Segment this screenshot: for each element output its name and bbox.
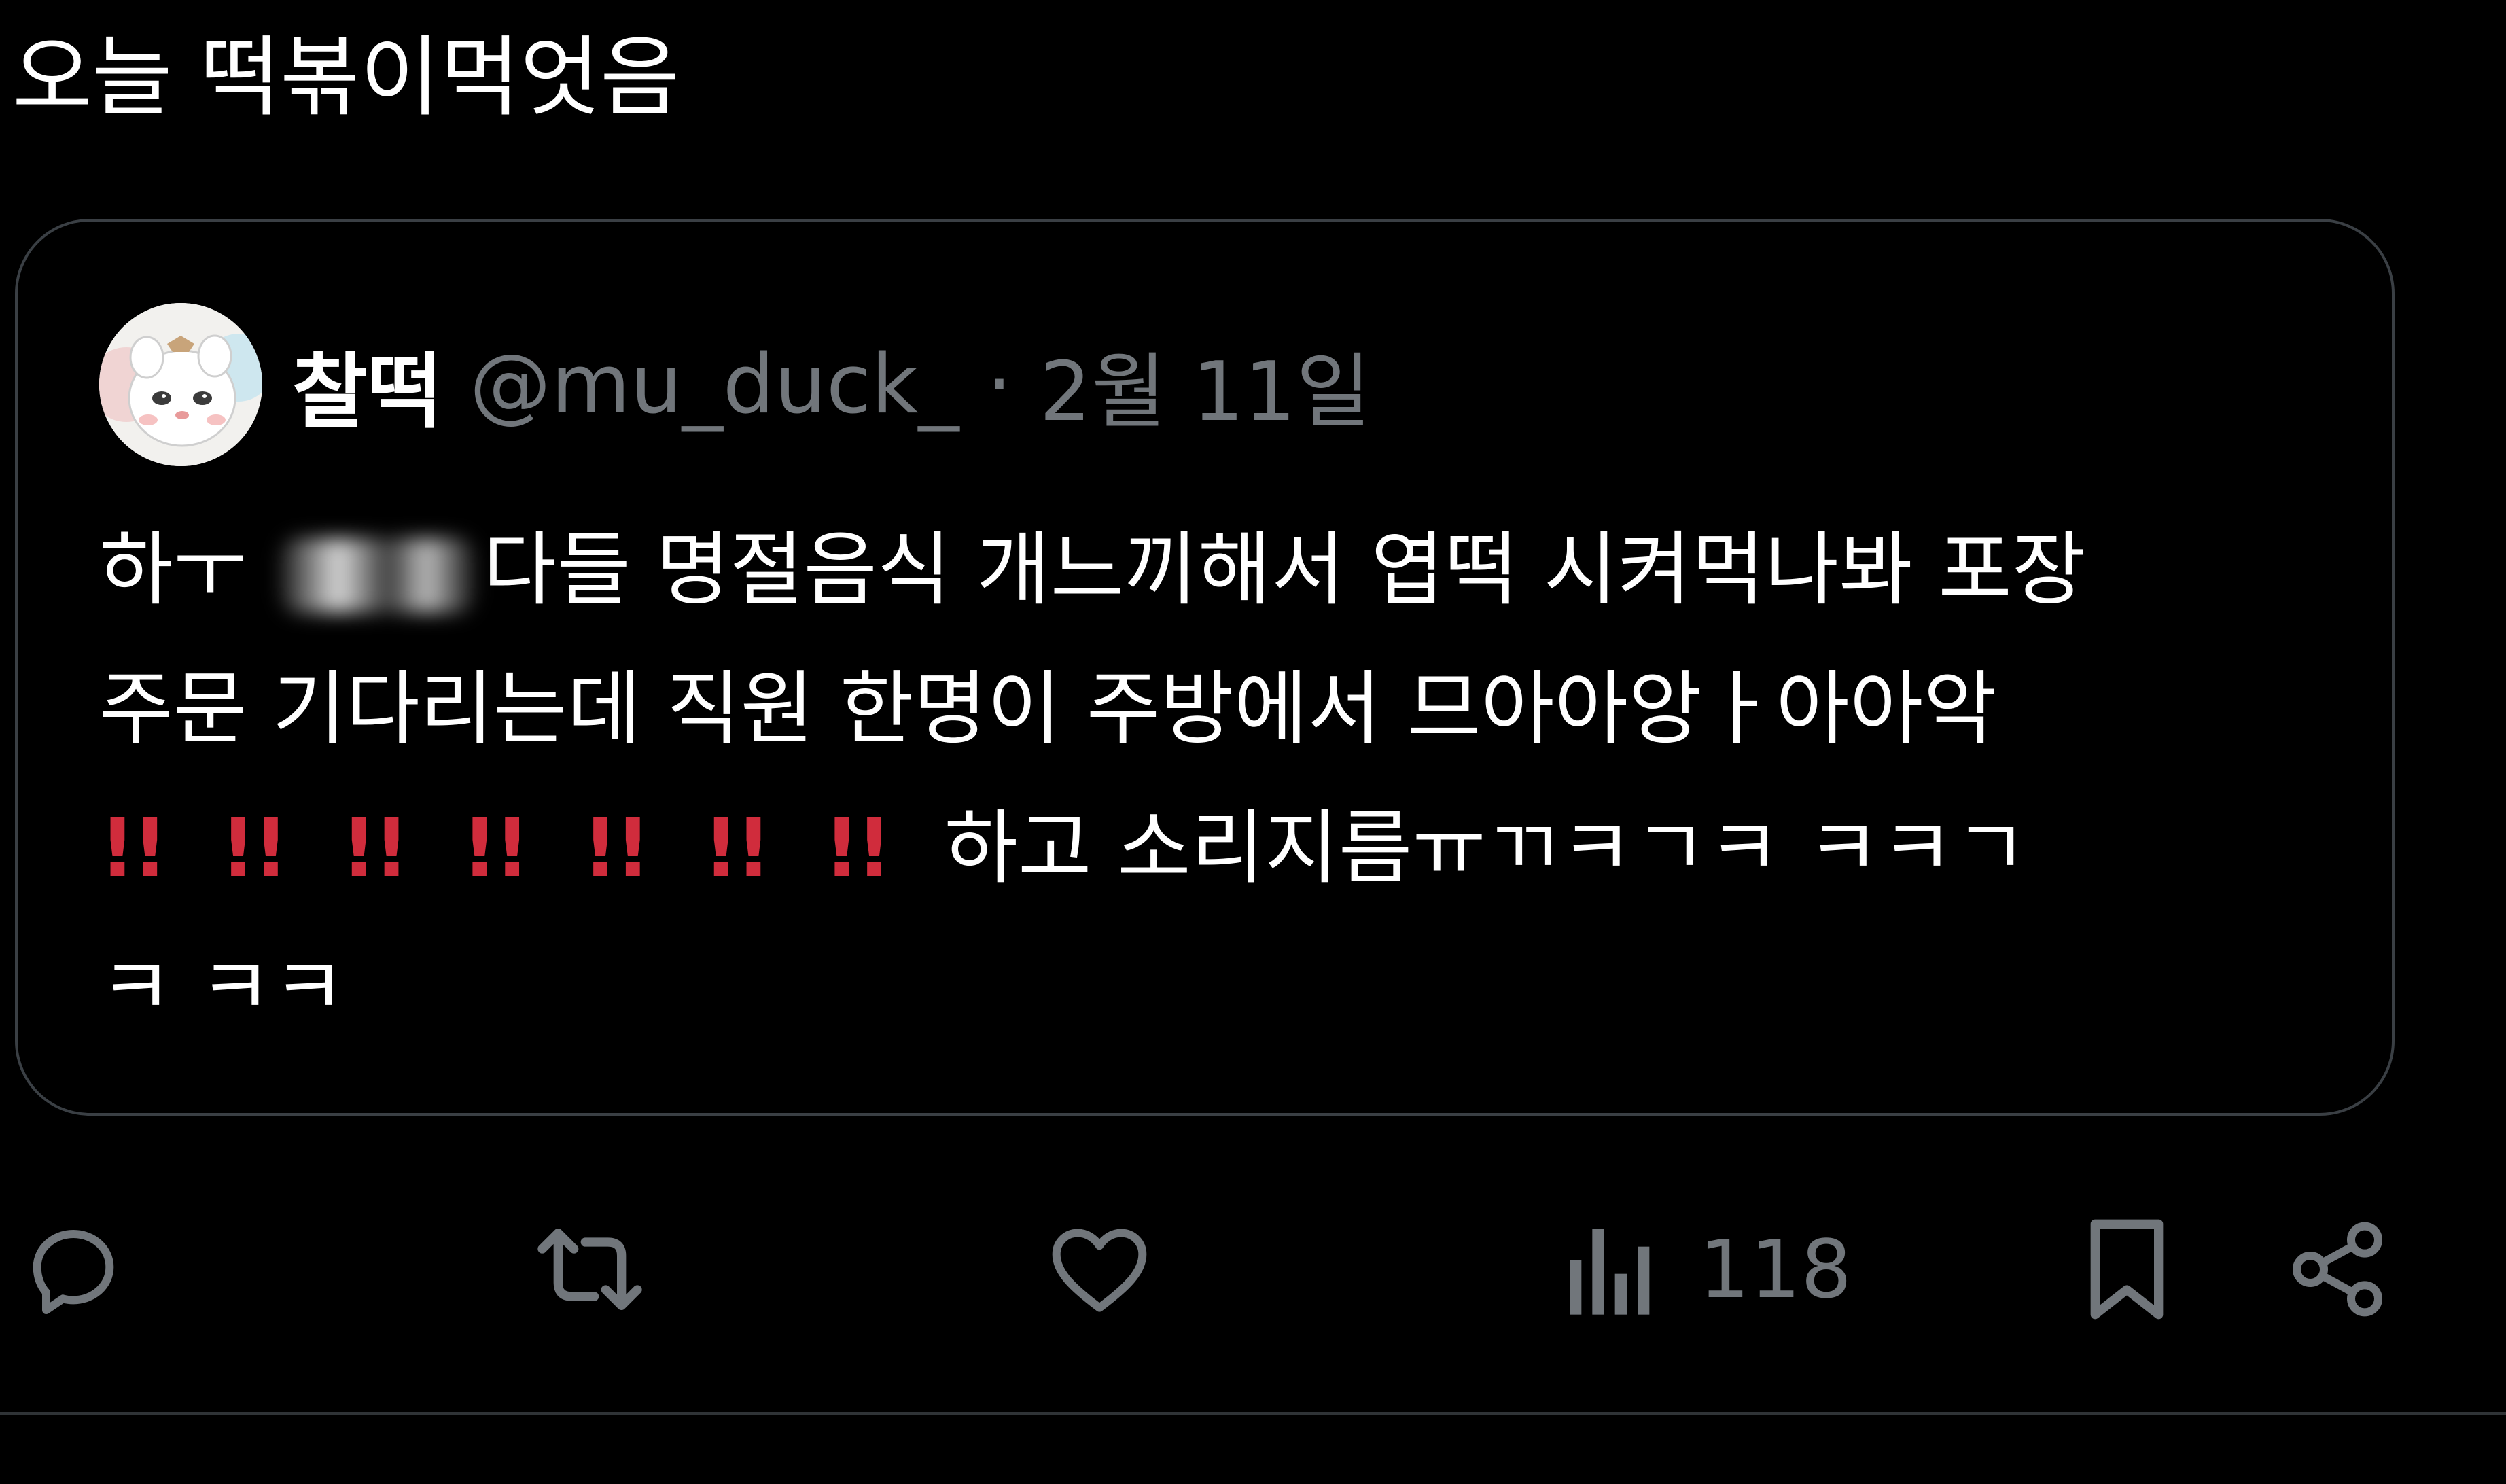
post-date[interactable]: 2월 11일 xyxy=(1040,325,1371,444)
quoted-tweet-body: 하ㅜ 다들 명절음식 개느끼해서 엽떡 시켜먹나봐 포장 주문 기다리는데 직원… xyxy=(99,500,2369,1057)
retweet-icon xyxy=(537,1229,642,1310)
share-icon xyxy=(2293,1222,2382,1317)
exclamation-mark: !! xyxy=(703,801,772,895)
action-bar: 118 xyxy=(0,1196,2506,1339)
bookmark-button[interactable] xyxy=(2079,1215,2174,1324)
avatar[interactable] xyxy=(99,303,262,466)
exclamation-mark: !! xyxy=(219,801,289,895)
bookmark-icon xyxy=(2090,1219,2164,1320)
tweet-text: 오늘 떡볶이먹엇음 xyxy=(12,27,680,128)
body-line-4: ㅋ ㅋㅋ xyxy=(99,940,347,1034)
like-button[interactable] xyxy=(1045,1215,1154,1324)
exclamation-mark: !! xyxy=(340,801,410,895)
user-handle[interactable]: @mu_duck_ xyxy=(470,338,959,432)
body-line-1: 하ㅜ 다들 명절음식 개느끼해서 엽떡 시켜먹나봐 포장 xyxy=(99,500,2369,639)
body-line-3: !!!!!!!!!!!!!! 하고 소리지름ㅠㄲㅋㄱㅋ ㅋㅋㄱ xyxy=(99,779,2369,918)
divider xyxy=(0,1412,2506,1415)
views-button[interactable]: 118 xyxy=(1563,1215,1852,1324)
body-line-1-start: 하ㅜ xyxy=(99,523,272,616)
share-button[interactable] xyxy=(2283,1215,2392,1324)
views-count: 118 xyxy=(1699,1222,1852,1316)
body-line-1-end: 다들 명절음식 개느끼해서 엽떡 시켜먹나봐 포장 xyxy=(482,523,2086,616)
display-name[interactable]: 찰떡 xyxy=(292,325,442,444)
quoted-tweet-header: 찰떡 @mu_duck_ · 2월 11일 xyxy=(99,303,1371,466)
quoted-tweet-card[interactable]: 찰떡 @mu_duck_ · 2월 11일 하ㅜ 다들 명절음식 개느끼해서 엽… xyxy=(15,219,2395,1116)
exclamation-mark: !! xyxy=(461,801,531,895)
body-line-3-end: 하고 소리지름ㅠㄲㅋㄱㅋ ㅋㅋㄱ xyxy=(944,801,2028,895)
body-line-2: 주문 기다리는데 직원 한명이 주방에서 므아아앙ㅏ아아악 xyxy=(99,662,1997,756)
exclamation-mark: !! xyxy=(823,801,893,895)
retweet-button[interactable] xyxy=(529,1215,651,1324)
avatar-image xyxy=(99,303,262,466)
reply-icon xyxy=(33,1230,114,1314)
reply-button[interactable] xyxy=(19,1215,128,1324)
views-icon xyxy=(1570,1229,1650,1315)
like-icon xyxy=(1052,1229,1147,1312)
separator-dot: · xyxy=(986,337,1012,432)
exclamation-mark: !! xyxy=(582,801,652,895)
exclamation-mark: !! xyxy=(99,801,169,895)
blurred-text xyxy=(279,537,476,613)
